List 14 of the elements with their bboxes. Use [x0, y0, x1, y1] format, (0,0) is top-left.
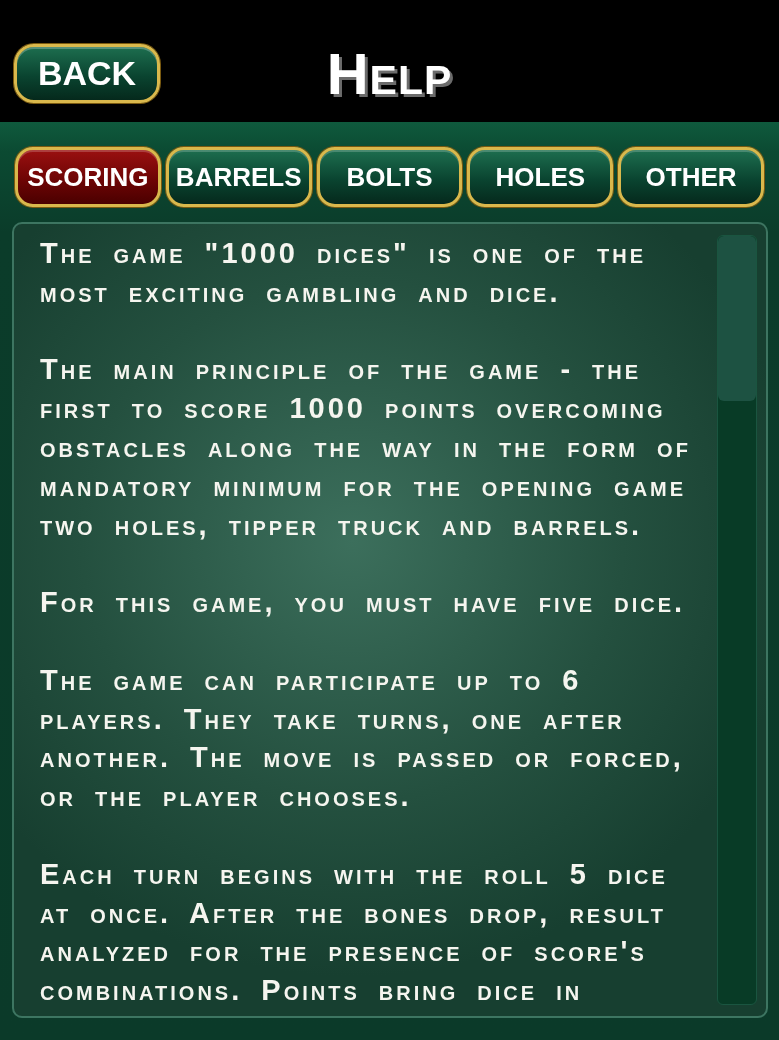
help-paragraph: The game can participate up to 6 players. They take turns, one after another. The move is passed or forced, or the player chooses.	[40, 662, 685, 815]
help-paragraph: Each turn begins with the roll 5 dice at once. After the bones drop, result analyzed for the presence of score's combinations. Points bring dice in	[40, 856, 669, 1009]
tab[interactable]: BARRELS	[165, 147, 312, 207]
scrollbar-track[interactable]	[717, 235, 757, 1005]
tab[interactable]: SCORING	[15, 147, 161, 207]
back-button[interactable]: BACK	[14, 44, 160, 103]
scrollbar-thumb[interactable]	[718, 236, 756, 401]
help-paragraph: The game "1000 dices" is one of the most exciting gambling and dice.	[40, 236, 648, 310]
help-paragraph: The main principle of the game - the first to score 1000 points overcoming obstacles along the way in the form of mandatory minimum for the opening game two holes, tipper truck and barrels.	[40, 352, 692, 543]
tab[interactable]: HOLES	[467, 147, 614, 207]
help-paragraph: For this game, you must have five dice.	[40, 585, 687, 621]
tab[interactable]: BOLTS	[316, 147, 463, 207]
tab[interactable]: OTHER	[618, 147, 764, 207]
page-title: Help	[326, 44, 453, 103]
